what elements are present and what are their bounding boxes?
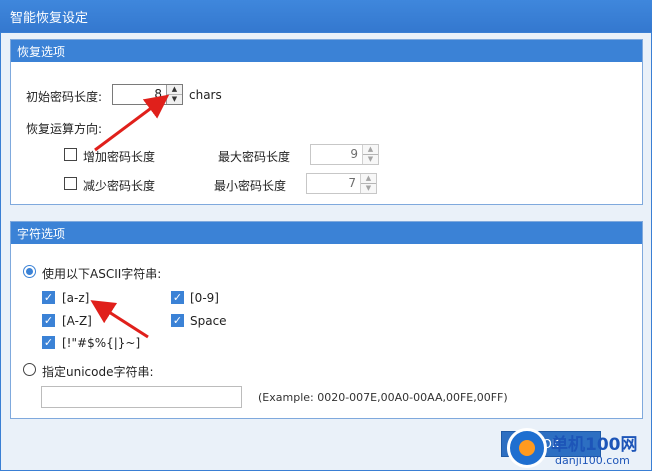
max-length-label: 最大密码长度 — [218, 150, 291, 164]
max-length-value[interactable]: 9 — [311, 145, 362, 164]
unicode-radio[interactable] — [23, 363, 36, 376]
charset-upper-a-z-label: [A-Z] — [62, 314, 92, 328]
window-titlebar: 智能恢复设定 — [0, 0, 652, 32]
decrease-length-checkbox[interactable] — [64, 177, 77, 190]
spin-down-icon[interactable]: ▼ — [361, 183, 376, 193]
increase-length-label: 增加密码长度 — [83, 150, 156, 164]
smart-recovery-dialog: 恢复选项 初始密码长度: 8 ▲ ▼ chars 恢复运算方向: 增加密码长度 … — [0, 32, 652, 471]
charset-symbols-label: [!"#$%{|}~] — [62, 336, 141, 350]
max-length-spinner[interactable]: 9 ▲ ▼ — [310, 144, 379, 165]
charset-0-9-label: [0-9] — [190, 291, 219, 305]
site-watermark: 单机100网 danji100.com — [505, 428, 652, 471]
unicode-example-text: (Example: 0020-007E,00A0-00AA,00FE,00FF) — [258, 391, 508, 404]
unicode-radio-label: 指定unicode字符串: — [42, 365, 154, 379]
unicode-input[interactable] — [41, 386, 242, 408]
charset-options-group: 字符选项 使用以下ASCII字符串: ✓ [a-z] ✓ [0-9] ✓ [A-… — [10, 221, 643, 419]
ascii-radio-label: 使用以下ASCII字符串: — [42, 267, 162, 281]
window-title: 智能恢复设定 — [10, 10, 89, 26]
initial-length-label: 初始密码长度: — [26, 90, 103, 104]
initial-length-spinner[interactable]: 8 ▲ ▼ — [112, 84, 183, 105]
charset-symbols-checkbox[interactable]: ✓ — [42, 336, 55, 349]
recovery-options-title: 恢复选项 — [17, 44, 66, 59]
min-length-spinner[interactable]: 7 ▲ ▼ — [306, 173, 377, 194]
spin-down-icon[interactable]: ▼ — [167, 94, 182, 104]
charset-options-title: 字符选项 — [17, 226, 66, 241]
direction-label: 恢复运算方向: — [26, 122, 103, 136]
spin-down-icon[interactable]: ▼ — [363, 154, 378, 164]
increase-length-checkbox[interactable] — [64, 148, 77, 161]
initial-length-value[interactable]: 8 — [113, 85, 166, 104]
charset-options-header: 字符选项 — [11, 222, 642, 244]
charset-a-z-label: [a-z] — [62, 291, 90, 305]
charset-0-9-checkbox[interactable]: ✓ — [171, 291, 184, 304]
charset-upper-a-z-checkbox[interactable]: ✓ — [42, 314, 55, 327]
watermark-name: 单机100网 — [551, 435, 638, 455]
ascii-radio[interactable] — [23, 265, 36, 278]
watermark-logo-icon — [507, 428, 547, 468]
min-length-value[interactable]: 7 — [307, 174, 360, 193]
charset-space-checkbox[interactable]: ✓ — [171, 314, 184, 327]
charset-a-z-checkbox[interactable]: ✓ — [42, 291, 55, 304]
min-length-label: 最小密码长度 — [214, 179, 287, 193]
spin-up-icon[interactable]: ▲ — [361, 174, 376, 183]
spin-up-icon[interactable]: ▲ — [363, 145, 378, 154]
recovery-options-header: 恢复选项 — [11, 40, 642, 62]
watermark-url: danji100.com — [555, 454, 630, 467]
chars-label: chars — [189, 88, 222, 102]
spin-up-icon[interactable]: ▲ — [167, 85, 182, 94]
decrease-length-label: 减少密码长度 — [83, 179, 156, 193]
charset-space-label: Space — [190, 314, 227, 328]
recovery-options-group: 恢复选项 初始密码长度: 8 ▲ ▼ chars 恢复运算方向: 增加密码长度 … — [10, 39, 643, 205]
